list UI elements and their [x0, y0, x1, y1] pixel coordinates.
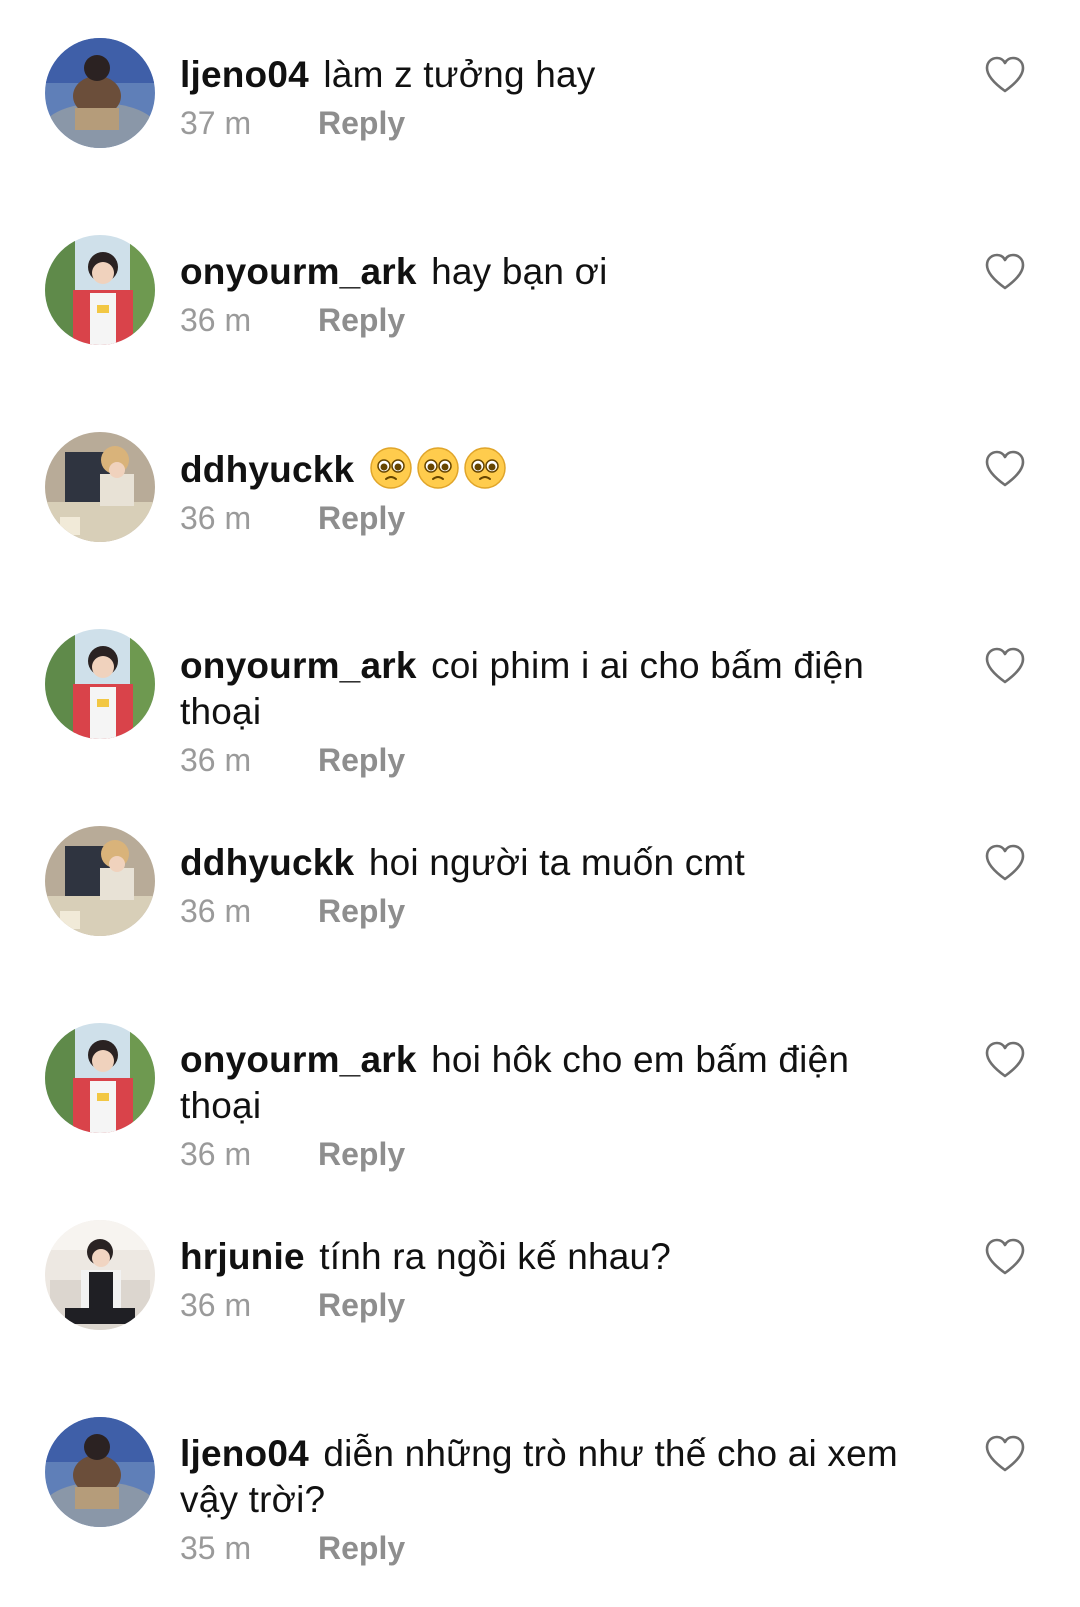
avatar[interactable] [45, 629, 155, 739]
avatar[interactable] [45, 826, 155, 936]
heart-outline-icon[interactable] [985, 1435, 1025, 1473]
comment-text: ljeno04 diễn những trò như thế cho ai xe… [180, 1431, 920, 1523]
reply-button[interactable]: Reply [318, 105, 405, 141]
comment-username[interactable]: onyourm_ark [180, 251, 417, 292]
heart-outline-icon[interactable] [985, 56, 1025, 94]
comment-text: onyourm_ark hoi hôk cho em bấm điện thoạ… [180, 1037, 920, 1129]
comment-username[interactable]: hrjunie [180, 1236, 305, 1277]
comment-text: hrjunie tính ra ngồi kế nhau? [180, 1234, 920, 1280]
heart-outline-icon[interactable] [985, 1238, 1025, 1276]
comment-text: ddhyuckk hoi người ta muốn cmt [180, 840, 920, 886]
heart-outline-icon[interactable] [985, 450, 1025, 488]
reply-button[interactable]: Reply [318, 302, 405, 338]
comment-username[interactable]: ddhyuckk [180, 842, 354, 883]
comment-timestamp: 36 m [180, 500, 252, 536]
comment-timestamp: 35 m [180, 1530, 252, 1566]
comment-body: hoi người ta muốn cmt [368, 842, 745, 883]
comment-username[interactable]: onyourm_ark [180, 1039, 417, 1080]
reply-button[interactable]: Reply [318, 742, 405, 778]
avatar[interactable] [45, 38, 155, 148]
pleading-face-icon [417, 447, 459, 489]
comments-list: ljeno04 làm z tưởng hay 37 m Reply onyour… [0, 0, 1080, 1607]
comment-timestamp: 36 m [180, 1287, 252, 1323]
reply-button[interactable]: Reply [318, 500, 405, 536]
comment-text: ljeno04 làm z tưởng hay [180, 52, 920, 98]
avatar[interactable] [45, 1417, 155, 1527]
pleading-face-emoji [369, 447, 510, 490]
comment-timestamp: 36 m [180, 302, 252, 338]
comment-timestamp: 36 m [180, 742, 252, 778]
comment-timestamp: 36 m [180, 893, 252, 929]
heart-outline-icon[interactable] [985, 1041, 1025, 1079]
comment-text: onyourm_ark hay bạn ơi [180, 249, 920, 295]
comment-username[interactable]: ljeno04 [180, 54, 309, 95]
comment-username[interactable]: ljeno04 [180, 1433, 309, 1474]
comment-timestamp: 36 m [180, 1136, 252, 1172]
pleading-face-icon [370, 447, 412, 489]
reply-button[interactable]: Reply [318, 1287, 405, 1323]
avatar[interactable] [45, 1220, 155, 1330]
avatar[interactable] [45, 1023, 155, 1133]
reply-button[interactable]: Reply [318, 1136, 405, 1172]
comment-body: tính ra ngồi kế nhau? [319, 1236, 672, 1277]
comment-text: onyourm_ark coi phim i ai cho bấm điện t… [180, 643, 920, 735]
comment-text: ddhyuckk [180, 446, 920, 493]
pleading-face-icon [464, 447, 506, 489]
comment-timestamp: 37 m [180, 105, 252, 141]
comment-username[interactable]: onyourm_ark [180, 645, 417, 686]
avatar[interactable] [45, 432, 155, 542]
heart-outline-icon[interactable] [985, 647, 1025, 685]
avatar[interactable] [45, 235, 155, 345]
reply-button[interactable]: Reply [318, 893, 405, 929]
heart-outline-icon[interactable] [985, 844, 1025, 882]
comment-body: hay bạn ơi [431, 251, 608, 292]
reply-button[interactable]: Reply [318, 1530, 405, 1566]
heart-outline-icon[interactable] [985, 253, 1025, 291]
comment-body: làm z tưởng hay [323, 54, 596, 95]
comment-username[interactable]: ddhyuckk [180, 449, 354, 490]
